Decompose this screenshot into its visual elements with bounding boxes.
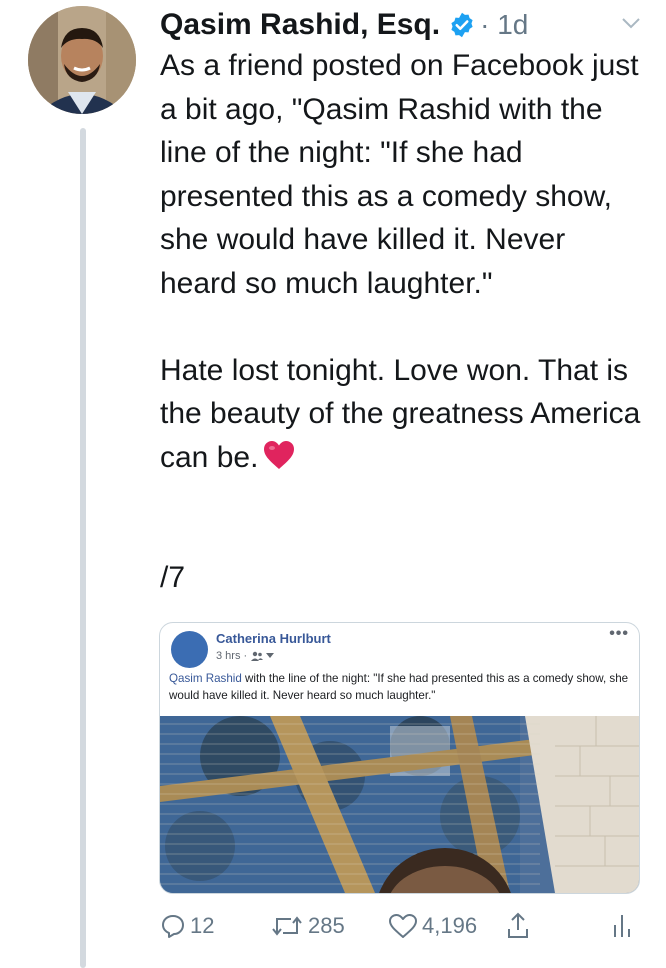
share-button[interactable] (506, 908, 530, 944)
heart-emoji-icon (262, 439, 296, 471)
avatar[interactable] (28, 6, 136, 114)
share-icon (508, 912, 528, 938)
fb-photo (160, 716, 639, 893)
friends-icon (251, 651, 264, 661)
thread-counter: /7 (160, 561, 186, 594)
retweet-count: 285 (308, 913, 345, 938)
like-count: 4,196 (422, 913, 478, 938)
like-icon (389, 914, 417, 938)
reply-icon (162, 915, 184, 938)
tweet-paragraph-2: Hate lost tonight. Love won. That is the… (160, 349, 650, 480)
caret-down-icon[interactable] (620, 12, 642, 34)
retweet-button[interactable]: 285 (270, 908, 345, 944)
fb-avatar (171, 631, 208, 668)
fb-post-text: Qasim Rashid with the line of the night:… (169, 670, 631, 704)
retweet-icon (272, 916, 302, 936)
tweet-header: Qasim Rashid, Esq. · 1d (160, 2, 646, 48)
analytics-button[interactable] (610, 908, 634, 944)
analytics-icon (614, 915, 630, 937)
verified-badge-icon (448, 11, 476, 39)
tweet-text: As a friend posted on Facebook just a bi… (160, 44, 650, 479)
thread-line (80, 128, 86, 968)
reply-button[interactable]: 12 (160, 908, 214, 944)
reply-count: 12 (190, 913, 215, 938)
like-button[interactable]: 4,196 (388, 908, 477, 944)
tweet-actions: 12 285 4,196 (160, 908, 640, 944)
author-name[interactable]: Qasim Rashid, Esq. (160, 8, 440, 42)
fb-author-name: Catherina Hurlburt (216, 631, 331, 646)
fb-menu-icon: ••• (609, 625, 629, 642)
tweet-paragraph-1: As a friend posted on Facebook just a bi… (160, 49, 639, 300)
fb-meta: 3 hrs · (216, 650, 275, 662)
avatar-photo (28, 6, 136, 114)
dropdown-icon (266, 653, 275, 658)
tweet-time[interactable]: · 1d (480, 9, 528, 41)
tweet-paragraph-2-text: Hate lost tonight. Love won. That is the… (160, 353, 641, 474)
fb-mention: Qasim Rashid (169, 672, 242, 685)
fb-post-time: 3 hrs · (216, 650, 248, 662)
embedded-post-card[interactable]: Catherina Hurlburt 3 hrs · ••• Qasim Ras… (159, 622, 640, 894)
